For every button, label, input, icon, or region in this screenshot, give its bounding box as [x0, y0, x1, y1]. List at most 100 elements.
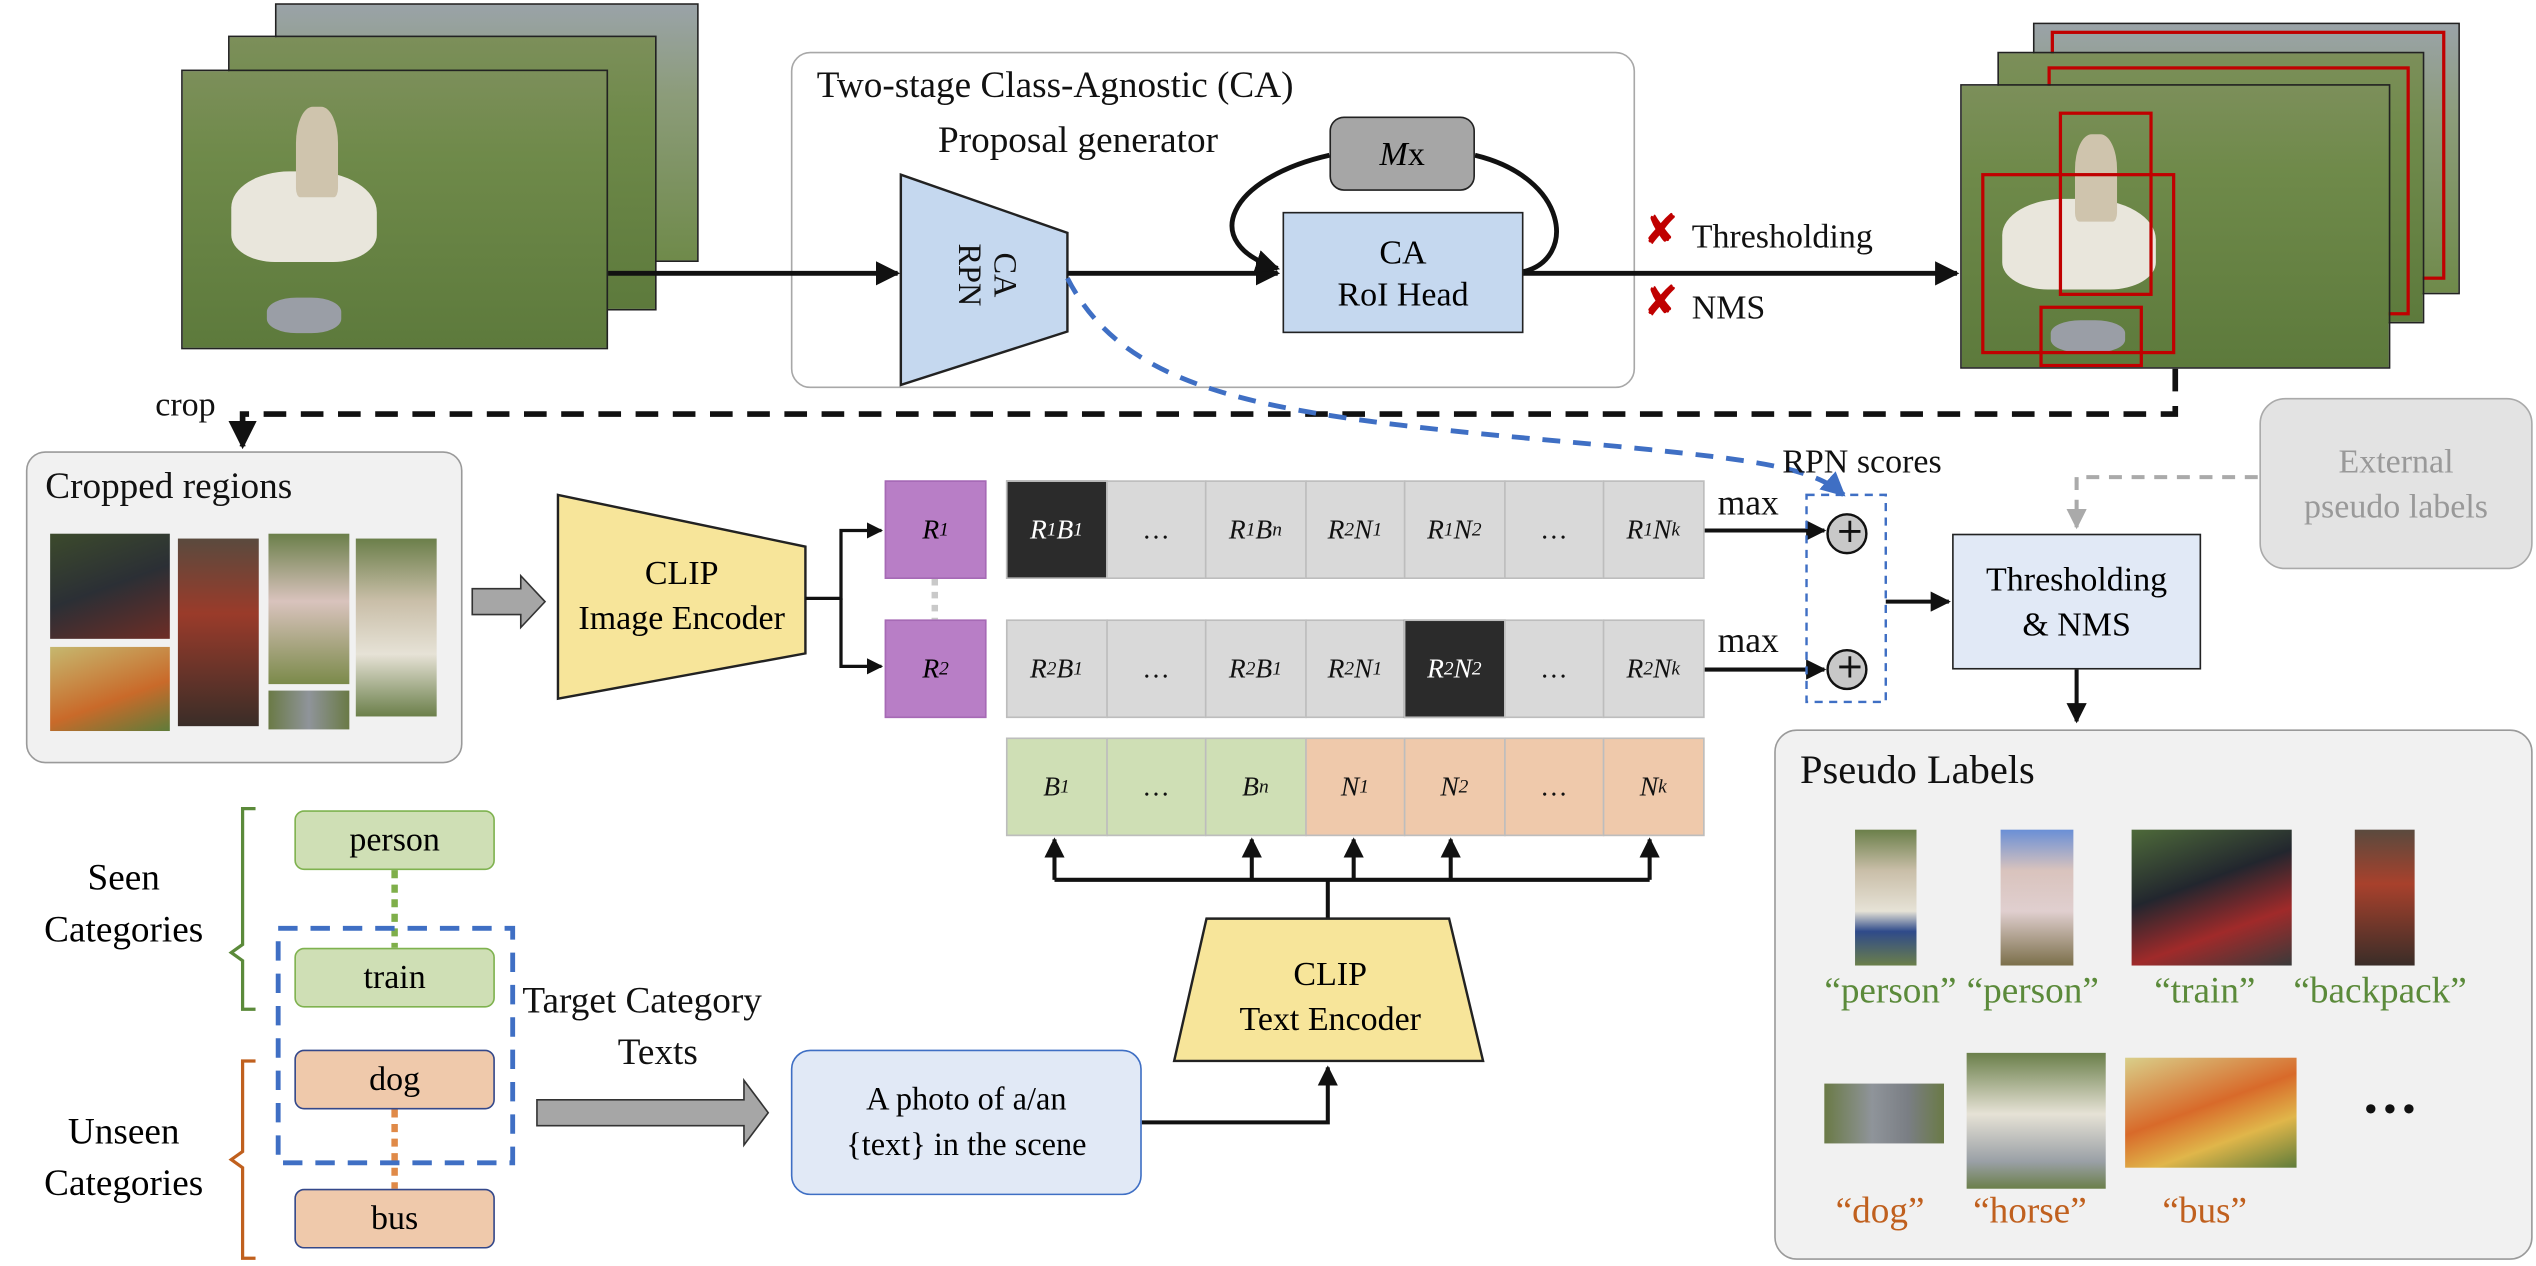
arrow-categories-to-prompt — [536, 1077, 770, 1148]
target-category-texts-line1: Target Category — [522, 980, 762, 1021]
prompt-line1: A photo of a/an — [866, 1081, 1067, 1118]
similarity-cell: R1Bn — [1204, 480, 1306, 579]
similarity-cell-ellipsis: … — [1503, 619, 1605, 719]
arrow-encoder-to-r2 — [839, 598, 884, 675]
embedding-cell: N1 — [1304, 737, 1406, 837]
cell-symbol: R — [1626, 513, 1644, 545]
clip-image-encoder: CLIP Image Encoder — [558, 543, 805, 647]
rpn-scores-label: RPN scores — [1782, 441, 1942, 481]
cell-subscript: 1 — [1643, 517, 1654, 541]
arrow-prompt-to-encoder — [1141, 1065, 1338, 1125]
cell-symbol: R — [1228, 513, 1246, 545]
prompt-line2: {text} in the scene — [846, 1127, 1087, 1163]
ca-rpn-line1: CA — [986, 252, 1023, 298]
cell-subscript: 1 — [1372, 517, 1383, 541]
mx-suffix: x — [1407, 133, 1425, 173]
add-symbol-1: + — [1835, 511, 1865, 550]
cell-subscript: 2 — [1344, 656, 1355, 680]
detection-box — [2039, 305, 2143, 368]
seen-line2: Categories — [44, 908, 204, 950]
cell-subscript: n — [1272, 517, 1282, 541]
similarity-cell: R2B1 — [1204, 619, 1306, 719]
cell-symbol: N — [1453, 652, 1472, 684]
cell-subscript: 1 — [1372, 656, 1383, 680]
x-mark-icon: ✘ — [1643, 207, 1679, 256]
mx-italic: M — [1379, 133, 1408, 173]
max-label-row1: max — [1717, 481, 1779, 523]
cell-symbol: N — [1653, 652, 1672, 684]
cell-subscript: 1 — [1272, 656, 1282, 680]
embedding-subscript: k — [1658, 774, 1667, 798]
ca-roi-line2: RoI Head — [1337, 274, 1469, 313]
cell-symbol: R — [1029, 652, 1047, 684]
embedding-cell: Bn — [1204, 737, 1306, 837]
unseen-line1: Unseen — [67, 1111, 180, 1152]
arrow-encoder-to-r1 — [805, 522, 884, 601]
embedding-subscript: 1 — [1359, 774, 1369, 798]
output-image-front — [1960, 84, 2391, 369]
region-feature-r1: R1 — [884, 480, 987, 579]
pseudo-thumb-bus — [2125, 1057, 2297, 1168]
pseudo-thumb-backpack — [2354, 829, 2415, 966]
embedding-subscript: 2 — [1458, 774, 1469, 798]
cell-symbol: R — [1427, 652, 1444, 684]
cell-subscript: 1 — [1245, 517, 1256, 541]
similarity-cell: R1B1 — [1005, 480, 1108, 579]
pseudo-thumb-train — [2131, 829, 2292, 966]
cell-symbol: N — [1453, 513, 1472, 545]
x-mark-icon: ✘ — [1643, 278, 1679, 327]
pseudo-label-bus: “bus” — [2162, 1190, 2248, 1231]
external-pseudo-labels-block: External pseudo labels — [2259, 397, 2533, 570]
embedding-cell: B1 — [1005, 737, 1108, 837]
crop-label: crop — [155, 384, 216, 424]
clip-text-encoder-line2: Text Encoder — [1239, 999, 1421, 1039]
seen-categories-label: Seen Categories — [23, 852, 225, 956]
external-labels-dashed-arrow — [2066, 475, 2258, 530]
crop-thumb-dog — [268, 690, 350, 730]
category-train: train — [294, 947, 495, 1008]
cell-subscript: k — [1671, 656, 1681, 680]
cell-symbol: N — [1354, 513, 1373, 545]
cell-subscript: 2 — [1245, 656, 1256, 680]
cell-symbol: R — [1427, 513, 1444, 545]
max-label-row2: max — [1717, 619, 1779, 660]
embedding-symbol: B — [1043, 770, 1061, 802]
cell-subscript: 1 — [1046, 517, 1057, 541]
pseudo-label-person-1: “person” — [1824, 970, 1957, 1011]
cell-subscript: 1 — [1073, 656, 1084, 680]
disabled-nms-label: NMS — [1691, 287, 1766, 327]
clip-text-encoder-line1: CLIP — [1293, 954, 1368, 994]
category-person: person — [294, 810, 495, 871]
r1-base: R — [922, 513, 940, 545]
disabled-thresholding-label: Thresholding — [1691, 216, 1873, 256]
cell-symbol: R — [1228, 652, 1246, 684]
unseen-line2: Categories — [44, 1162, 204, 1204]
similarity-cell: R2N1 — [1304, 619, 1406, 719]
category-dog: dog — [294, 1049, 495, 1110]
more-labels-ellipsis: ••• — [2361, 1090, 2419, 1129]
embedding-symbol: N — [1440, 770, 1459, 802]
embedding-subscript: 1 — [1060, 774, 1070, 798]
clip-image-encoder-line1: CLIP — [644, 553, 719, 592]
r2-base: R — [922, 652, 940, 684]
seen-line1: Seen — [87, 857, 160, 898]
crop-thumb-train — [50, 533, 170, 639]
cell-subscript: 1 — [1443, 517, 1454, 541]
similarity-cell: R2Nk — [1602, 619, 1704, 719]
ca-rpn-label: CA RPN — [951, 235, 1022, 316]
similarity-cell: R1N2 — [1403, 480, 1505, 579]
cell-symbol: B — [1255, 652, 1273, 684]
similarity-cell-ellipsis: … — [1105, 480, 1207, 579]
pseudo-labels-title: Pseudo Labels — [1800, 748, 2035, 793]
cell-symbol: B — [1056, 652, 1074, 684]
cell-symbol: R — [1327, 513, 1345, 545]
ca-roi-line1: CA — [1379, 232, 1427, 271]
thresholding-nms-block: Thresholding & NMS — [1952, 533, 2202, 670]
pseudo-label-dog: “dog” — [1835, 1190, 1925, 1231]
external-line1: External — [2338, 441, 2454, 481]
r2-sub: 2 — [939, 656, 949, 680]
diagram-canvas: Two-stage Class-Agnostic (CA) Proposal g… — [0, 0, 2536, 1266]
pseudo-label-backpack: “backpack” — [2293, 970, 2467, 1011]
clip-text-encoder: CLIP Text Encoder — [1197, 945, 1464, 1049]
embedding-cell-ellipsis: … — [1503, 737, 1605, 837]
